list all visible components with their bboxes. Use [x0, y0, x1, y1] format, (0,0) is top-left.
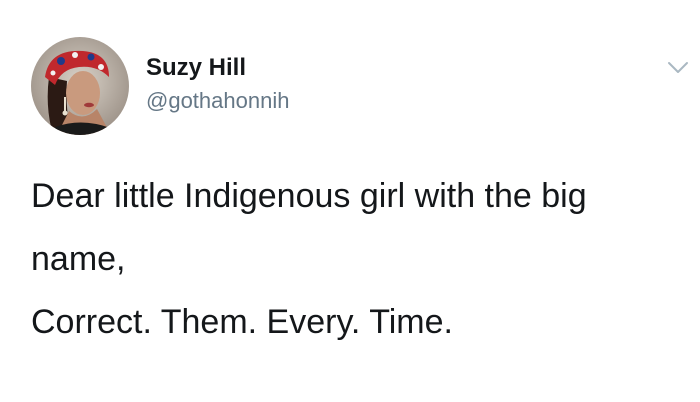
author-display-name[interactable]: Suzy Hill [146, 54, 246, 82]
tweet-text: Dear little Indigenous girl with the big… [31, 165, 691, 354]
chevron-down-icon[interactable] [666, 60, 690, 76]
author-handle[interactable]: @gothahonnih [146, 88, 289, 114]
tweet-text-line: Dear little Indigenous girl with the big [31, 177, 587, 215]
tweet-text-line: Correct. Them. Every. Time. [31, 303, 453, 341]
avatar-photo [31, 37, 129, 135]
avatar[interactable] [31, 37, 129, 135]
tweet-text-line: name, [31, 240, 126, 278]
tweet-card: Suzy Hill @gothahonnih Dear little Indig… [0, 0, 700, 402]
